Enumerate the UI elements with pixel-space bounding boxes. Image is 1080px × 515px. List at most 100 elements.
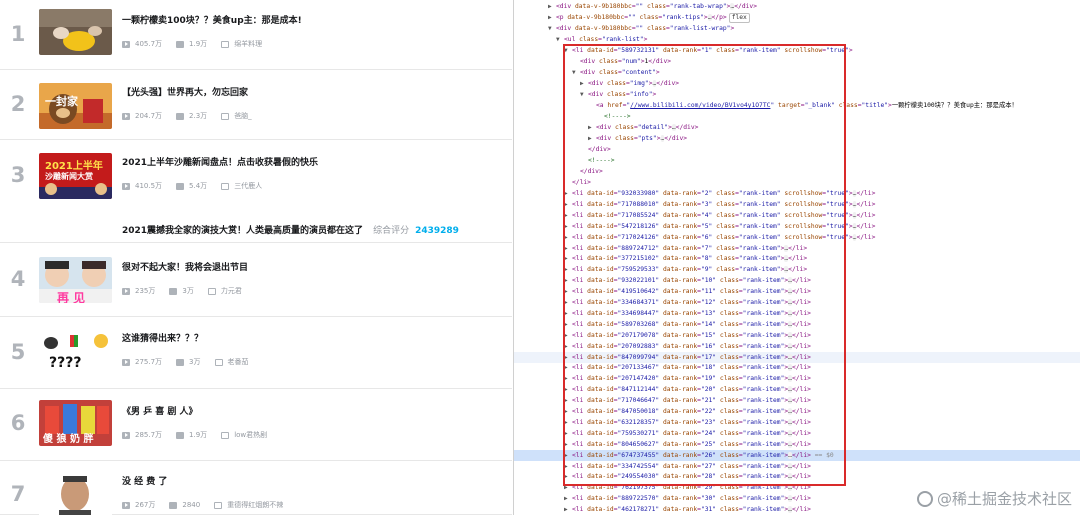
uploader-name[interactable]: 重德得红烟朗不辣: [227, 500, 283, 510]
dom-node-line[interactable]: ▼ <li data-id="589732131" data-rank="1" c…: [514, 45, 1080, 56]
dom-node-line[interactable]: ▶ <div data-v-9b180bbc="" class="rank-tab…: [514, 1, 1080, 12]
uploader-icon: [214, 501, 223, 509]
dom-node-line[interactable]: </li>: [514, 177, 1080, 188]
video-title-link[interactable]: 很对不起大家！我将会退出节目: [122, 260, 248, 273]
uploader[interactable]: 绵羊料理: [221, 39, 262, 49]
video-title-link[interactable]: 2021上半年沙雕新闻盘点！点击收获暑假的快乐: [122, 155, 318, 168]
play-icon: [122, 40, 130, 48]
uploader[interactable]: low君热剧: [221, 430, 267, 440]
rank-item-node[interactable]: ▶ <li data-id="419510642" data-rank="11" …: [514, 286, 1080, 297]
rank-item-node[interactable]: ▶ <li data-id="334742554" data-rank="27" …: [514, 461, 1080, 472]
rank-item-node[interactable]: ▶ <li data-id="377215102" data-rank="8" c…: [514, 253, 1080, 264]
video-thumbnail[interactable]: ????: [39, 329, 112, 375]
rank-item-node[interactable]: ▶ <li data-id="207179078" data-rank="15" …: [514, 330, 1080, 341]
dom-node-line[interactable]: ▶ <p data-v-9b180bbc="" class="rank-tips"…: [514, 12, 1080, 23]
uploader[interactable]: 重德得红烟朗不辣: [214, 500, 283, 510]
dom-node-line[interactable]: </div>: [514, 144, 1080, 155]
rank-item-node[interactable]: ▶ <li data-id="207133467" data-rank="18" …: [514, 362, 1080, 373]
danmaku-icon: [176, 112, 185, 120]
video-title-link[interactable]: 这谁猜得出来？？？: [122, 331, 203, 344]
uploader-name[interactable]: 绵羊料理: [234, 39, 262, 49]
uploader-name[interactable]: 爸脑_: [234, 111, 252, 121]
rank-item-node[interactable]: ▶ <li data-id="207092883" data-rank="16" …: [514, 341, 1080, 352]
uploader[interactable]: 三代鹿人: [221, 181, 262, 191]
play-count-value: 410.5万: [135, 182, 163, 190]
rank-number: 4: [10, 267, 26, 291]
video-thumbnail[interactable]: 再 见: [39, 257, 112, 303]
rank-item[interactable]: 7 没 经 费 了 267万 2840 重德得红烟朗不辣: [0, 461, 512, 515]
video-thumbnail[interactable]: [39, 472, 112, 515]
dom-node-line[interactable]: <div class="num">1</div>: [514, 56, 1080, 67]
video-title-link[interactable]: 没 经 费 了: [122, 474, 167, 487]
uploader[interactable]: 力元君: [207, 286, 242, 296]
rank-item-node[interactable]: ▶ <li data-id="674737455" data-rank="26" …: [514, 449, 1080, 461]
rank-item-node[interactable]: ▶ <li data-id="717024126" data-rank="6" c…: [514, 232, 1080, 243]
rank-item-node[interactable]: ▶ <li data-id="759529533" data-rank="9" c…: [514, 264, 1080, 275]
rank-item-node[interactable]: ▶ <li data-id="547218126" data-rank="5" c…: [514, 221, 1080, 232]
rank-item-node[interactable]: ▶ <li data-id="334684371" data-rank="12" …: [514, 297, 1080, 308]
video-thumbnail[interactable]: 2021上半年 沙雕新闻大赏: [39, 153, 112, 199]
video-title-link[interactable]: 一颗柠檬卖100块？？美食up主：那是成本!: [122, 13, 302, 26]
dom-node-line[interactable]: ▶ <div class="detail">…</div>: [514, 122, 1080, 133]
dom-node-line[interactable]: ▼ <div class="info">: [514, 89, 1080, 100]
rank-item-node[interactable]: ▶ <li data-id="759530271" data-rank="24" …: [514, 428, 1080, 439]
play-count: 204.7万: [122, 111, 162, 121]
rank-item-node[interactable]: ▶ <li data-id="847112144" data-rank="20" …: [514, 384, 1080, 395]
danmaku-count-value: 5.4万: [189, 182, 208, 190]
rank-number: 3: [10, 163, 26, 187]
rank-item-node[interactable]: ▶ <li data-id="847050018" data-rank="22" …: [514, 406, 1080, 417]
rank-item-node[interactable]: ▶ <li data-id="932033980" data-rank="2" c…: [514, 188, 1080, 199]
dom-node-line[interactable]: ▼ <div data-v-9b180bbc="" class="rank-lis…: [514, 23, 1080, 34]
rank-item-node[interactable]: ▶ <li data-id="717046647" data-rank="21" …: [514, 395, 1080, 406]
rank-item-node[interactable]: ▶ <li data-id="334698447" data-rank="13" …: [514, 308, 1080, 319]
rank-item[interactable]: 2 一封家 【光头强】世界再大，勿忘回家 204.7万 2.3万 爸脑_: [0, 70, 512, 140]
thumbnail-caption: 再 见: [57, 291, 86, 303]
video-title-link[interactable]: 【光头强】世界再大，勿忘回家: [122, 85, 248, 98]
title-anchor-line[interactable]: <a href="//www.bilibili.com/video/BV1vo4…: [514, 100, 1080, 111]
uploader[interactable]: 老番茄: [214, 357, 249, 367]
comment-line[interactable]: <!---->: [514, 111, 1080, 122]
danmaku-count: 1.9万: [176, 430, 207, 440]
rank-item[interactable]: 6 傻 狼 奶 胖 《男 乒 喜 剧 人》 285.7万 1.9万 low君热剧: [0, 389, 512, 461]
video-thumbnail[interactable]: [39, 9, 112, 55]
danmaku-count-value: 3万: [182, 287, 194, 295]
rank-item-node[interactable]: ▶ <li data-id="717088010" data-rank="3" c…: [514, 199, 1080, 210]
rank-item-node[interactable]: ▶ <li data-id="589703268" data-rank="14" …: [514, 319, 1080, 330]
uploader[interactable]: 爸脑_: [221, 111, 252, 121]
rank-item-node[interactable]: ▶ <li data-id="889724712" data-rank="7" c…: [514, 243, 1080, 254]
video-stats: 267万 2840 重德得红烟朗不辣: [122, 500, 297, 510]
thumbnail-caption: 沙雕新闻大赏: [45, 172, 93, 181]
play-icon: [122, 358, 130, 366]
uploader-name[interactable]: 三代鹿人: [234, 181, 262, 191]
rank-item[interactable]: 4 再 见 很对不起大家！我将会退出节目 235万 3万 力元君: [0, 243, 512, 317]
rank-item-node[interactable]: ▶ <li data-id="932022101" data-rank="10" …: [514, 275, 1080, 286]
rank-item-node[interactable]: ▶ <li data-id="632128357" data-rank="23" …: [514, 417, 1080, 428]
video-title-link[interactable]: 《男 乒 喜 剧 人》: [122, 404, 198, 417]
recommend-row[interactable]: 2021震撼我全家的演技大赏！人类最高质量的演员都在这了 综合评分 2439289: [122, 223, 459, 236]
uploader-name[interactable]: 力元君: [221, 286, 242, 296]
dom-node-line[interactable]: ▶ <div class="pts">…</div>: [514, 133, 1080, 144]
dom-node-line[interactable]: ▼ <ul class="rank-list">: [514, 34, 1080, 45]
danmaku-icon: [169, 287, 178, 295]
video-thumbnail[interactable]: 傻 狼 奶 胖: [39, 400, 112, 446]
rank-item-node[interactable]: ▶ <li data-id="249554030" data-rank="28" …: [514, 471, 1080, 482]
comment-line[interactable]: <!---->: [514, 155, 1080, 166]
uploader-name[interactable]: 老番茄: [228, 357, 249, 367]
rank-item[interactable]: 1 一颗柠檬卖100块？？美食up主：那是成本! 405.7万 1.9万 绵羊料理: [0, 0, 512, 70]
rank-item-node[interactable]: ▶ <li data-id="804650627" data-rank="25" …: [514, 439, 1080, 450]
dom-node-line[interactable]: ▼ <div class="content">: [514, 67, 1080, 78]
recommend-title[interactable]: 2021震撼我全家的演技大赏！人类最高质量的演员都在这了: [122, 226, 363, 236]
play-count-value: 204.7万: [135, 112, 163, 120]
rank-item-node[interactable]: ▶ <li data-id="717085524" data-rank="4" c…: [514, 210, 1080, 221]
rank-item[interactable]: 5???? 这谁猜得出来？？？ 275.7万 3万 老番茄: [0, 317, 512, 389]
dom-node-line[interactable]: </div>: [514, 166, 1080, 177]
uploader-name[interactable]: low君热剧: [234, 430, 267, 440]
danmaku-count: 3万: [169, 286, 194, 296]
juejin-logo-icon: [916, 490, 933, 507]
danmaku-icon: [176, 431, 185, 439]
rank-item-node[interactable]: ▶ <li data-id="207147420" data-rank="19" …: [514, 373, 1080, 384]
rank-item-node[interactable]: ▶ <li data-id="847099794" data-rank="17" …: [514, 351, 1080, 363]
video-thumbnail[interactable]: 一封家: [39, 83, 112, 129]
danmaku-icon: [176, 40, 185, 48]
dom-node-line[interactable]: ▶ <div class="img">…</div>: [514, 78, 1080, 89]
